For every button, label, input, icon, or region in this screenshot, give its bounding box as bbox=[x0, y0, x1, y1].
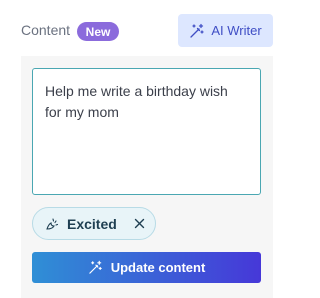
close-icon[interactable] bbox=[134, 218, 145, 229]
magic-wand-icon bbox=[190, 23, 204, 38]
update-content-label: Update content bbox=[110, 260, 206, 275]
prompt-text: Help me write a birthday wish for my mom bbox=[45, 83, 228, 120]
content-label: Content bbox=[21, 22, 71, 38]
ai-writer-label: AI Writer bbox=[211, 23, 262, 38]
ai-writer-button[interactable]: AI Writer bbox=[178, 14, 273, 47]
update-content-button[interactable]: Update content bbox=[32, 252, 261, 283]
prompt-textarea[interactable]: Help me write a birthday wish for my mom bbox=[32, 68, 261, 195]
tone-chip-label: Excited bbox=[67, 215, 117, 232]
magic-wand-icon bbox=[88, 260, 102, 274]
content-header: Content New AI Writer bbox=[0, 0, 291, 56]
tone-chip[interactable]: Excited bbox=[32, 207, 156, 240]
new-badge: New bbox=[77, 22, 119, 41]
celebration-icon bbox=[46, 217, 59, 230]
